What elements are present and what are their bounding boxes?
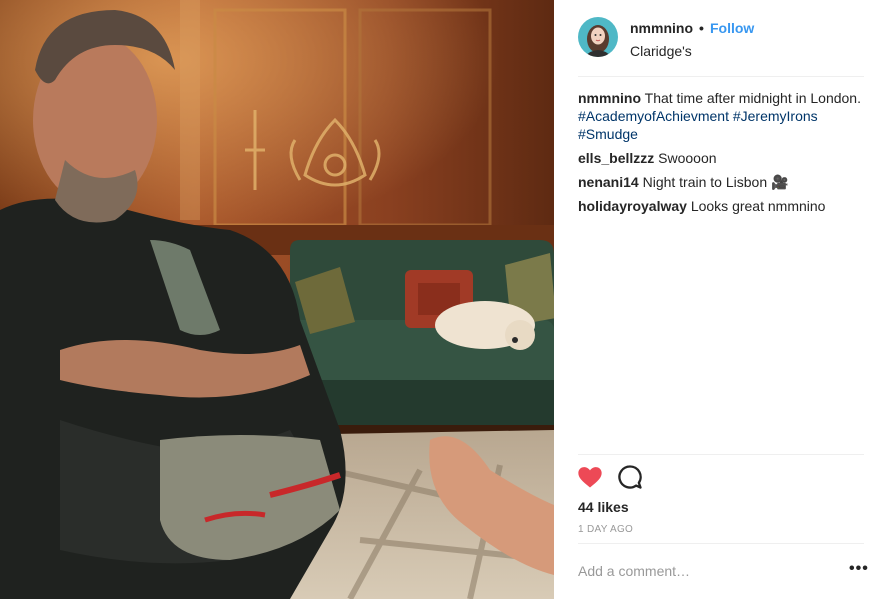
hashtag-link[interactable]: #JeremyIrons xyxy=(733,108,818,124)
caption-comment: nmmnino That time after midnight in Lond… xyxy=(578,89,868,143)
post-header: nmmnino • Follow Claridge's xyxy=(554,0,889,76)
add-comment-input[interactable] xyxy=(578,563,818,579)
comment-text: Night train to Lisbon 🎥 xyxy=(642,174,789,190)
likes-count[interactable]: 44 likes xyxy=(578,499,629,515)
more-options-icon[interactable]: ••• xyxy=(849,560,869,578)
actions-divider xyxy=(578,454,864,455)
post-location[interactable]: Claridge's xyxy=(630,43,692,59)
avatar[interactable] xyxy=(578,17,618,57)
comment-text: Looks great nmmnino xyxy=(690,198,826,214)
list-item: holidayroyalway Looks great nmmnino xyxy=(578,197,868,215)
comment-icon[interactable] xyxy=(616,463,644,491)
post-author-username[interactable]: nmmnino xyxy=(630,20,693,36)
comment-text: That time after midnight in London. xyxy=(644,90,861,106)
hashtag-link[interactable]: #AcademyofAchievment xyxy=(578,108,729,124)
list-item: ells_bellzzz Swoooon xyxy=(578,149,868,167)
list-item: nenani14 Night train to Lisbon 🎥 xyxy=(578,173,868,191)
comment-username[interactable]: nmmnino xyxy=(578,90,641,106)
post-timestamp[interactable]: 1 DAY AGO xyxy=(578,524,633,535)
header-divider xyxy=(578,76,864,77)
post-photo[interactable] xyxy=(0,0,554,599)
hashtag-link[interactable]: #Smudge xyxy=(578,126,638,142)
comment-text: Swoooon xyxy=(658,150,717,166)
post-actions xyxy=(576,463,676,491)
heart-icon[interactable] xyxy=(576,463,604,491)
comments-list: nmmnino That time after midnight in Lond… xyxy=(578,89,868,221)
follow-button[interactable]: Follow xyxy=(710,20,754,36)
post-sidebar: nmmnino • Follow Claridge's nmmnino That… xyxy=(554,0,889,599)
comment-divider xyxy=(578,543,864,544)
comment-username[interactable]: ells_bellzzz xyxy=(578,150,654,166)
separator-dot: • xyxy=(699,20,704,36)
comment-username[interactable]: holidayroyalway xyxy=(578,198,687,214)
comment-username[interactable]: nenani14 xyxy=(578,174,639,190)
